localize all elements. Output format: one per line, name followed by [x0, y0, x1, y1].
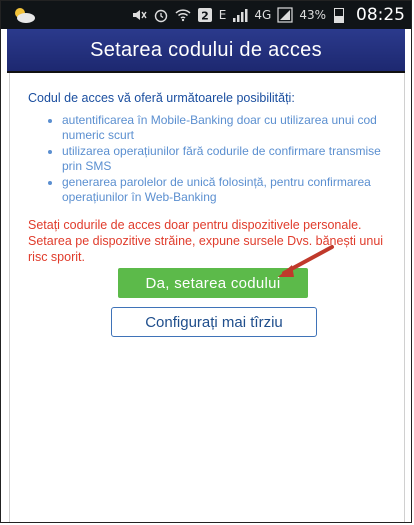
- list-item: autentificarea în Mobile-Banking doar cu…: [62, 113, 392, 143]
- sim2-icon: 2: [197, 7, 213, 23]
- wifi-icon: [175, 7, 191, 23]
- status-bar: 2 E 4G 43% 08:25: [1, 1, 411, 29]
- clock: 08:25: [356, 5, 405, 25]
- signal-icon: [232, 7, 248, 23]
- warning-text: Setați codurile de acces doar pentru dis…: [28, 218, 384, 264]
- svg-text:2: 2: [201, 10, 209, 23]
- list-item: generarea parolelor de unică folosință, …: [62, 175, 392, 205]
- configure-later-button[interactable]: Configurați mai tîrziu: [111, 307, 317, 337]
- signal-icon-2: [277, 7, 293, 23]
- page-title: Setarea codului de acces: [90, 38, 322, 61]
- app-header: Setarea codului de acces: [7, 29, 405, 73]
- intro-text: Codul de acces vă oferă următoarele posi…: [28, 91, 295, 105]
- list-item: utilizarea operațiunilor fără codurile d…: [62, 144, 392, 174]
- status-icons: 2 E 4G 43%: [131, 7, 344, 23]
- network-type: 4G: [254, 8, 272, 22]
- battery-percent: 43%: [299, 8, 326, 22]
- alarm-icon: [153, 7, 169, 23]
- weather-icon: [11, 5, 37, 25]
- network-prefix: E: [218, 8, 227, 22]
- battery-icon: [334, 7, 344, 23]
- feature-list: autentificarea în Mobile-Banking doar cu…: [28, 113, 392, 205]
- mute-icon: [131, 7, 147, 23]
- app-screen: 2 E 4G 43% 08:25 Setarea codului de acce…: [0, 0, 412, 523]
- content-panel: Codul de acces vă oferă următoarele posi…: [9, 73, 405, 522]
- set-code-button[interactable]: Da, setarea codului: [118, 268, 308, 298]
